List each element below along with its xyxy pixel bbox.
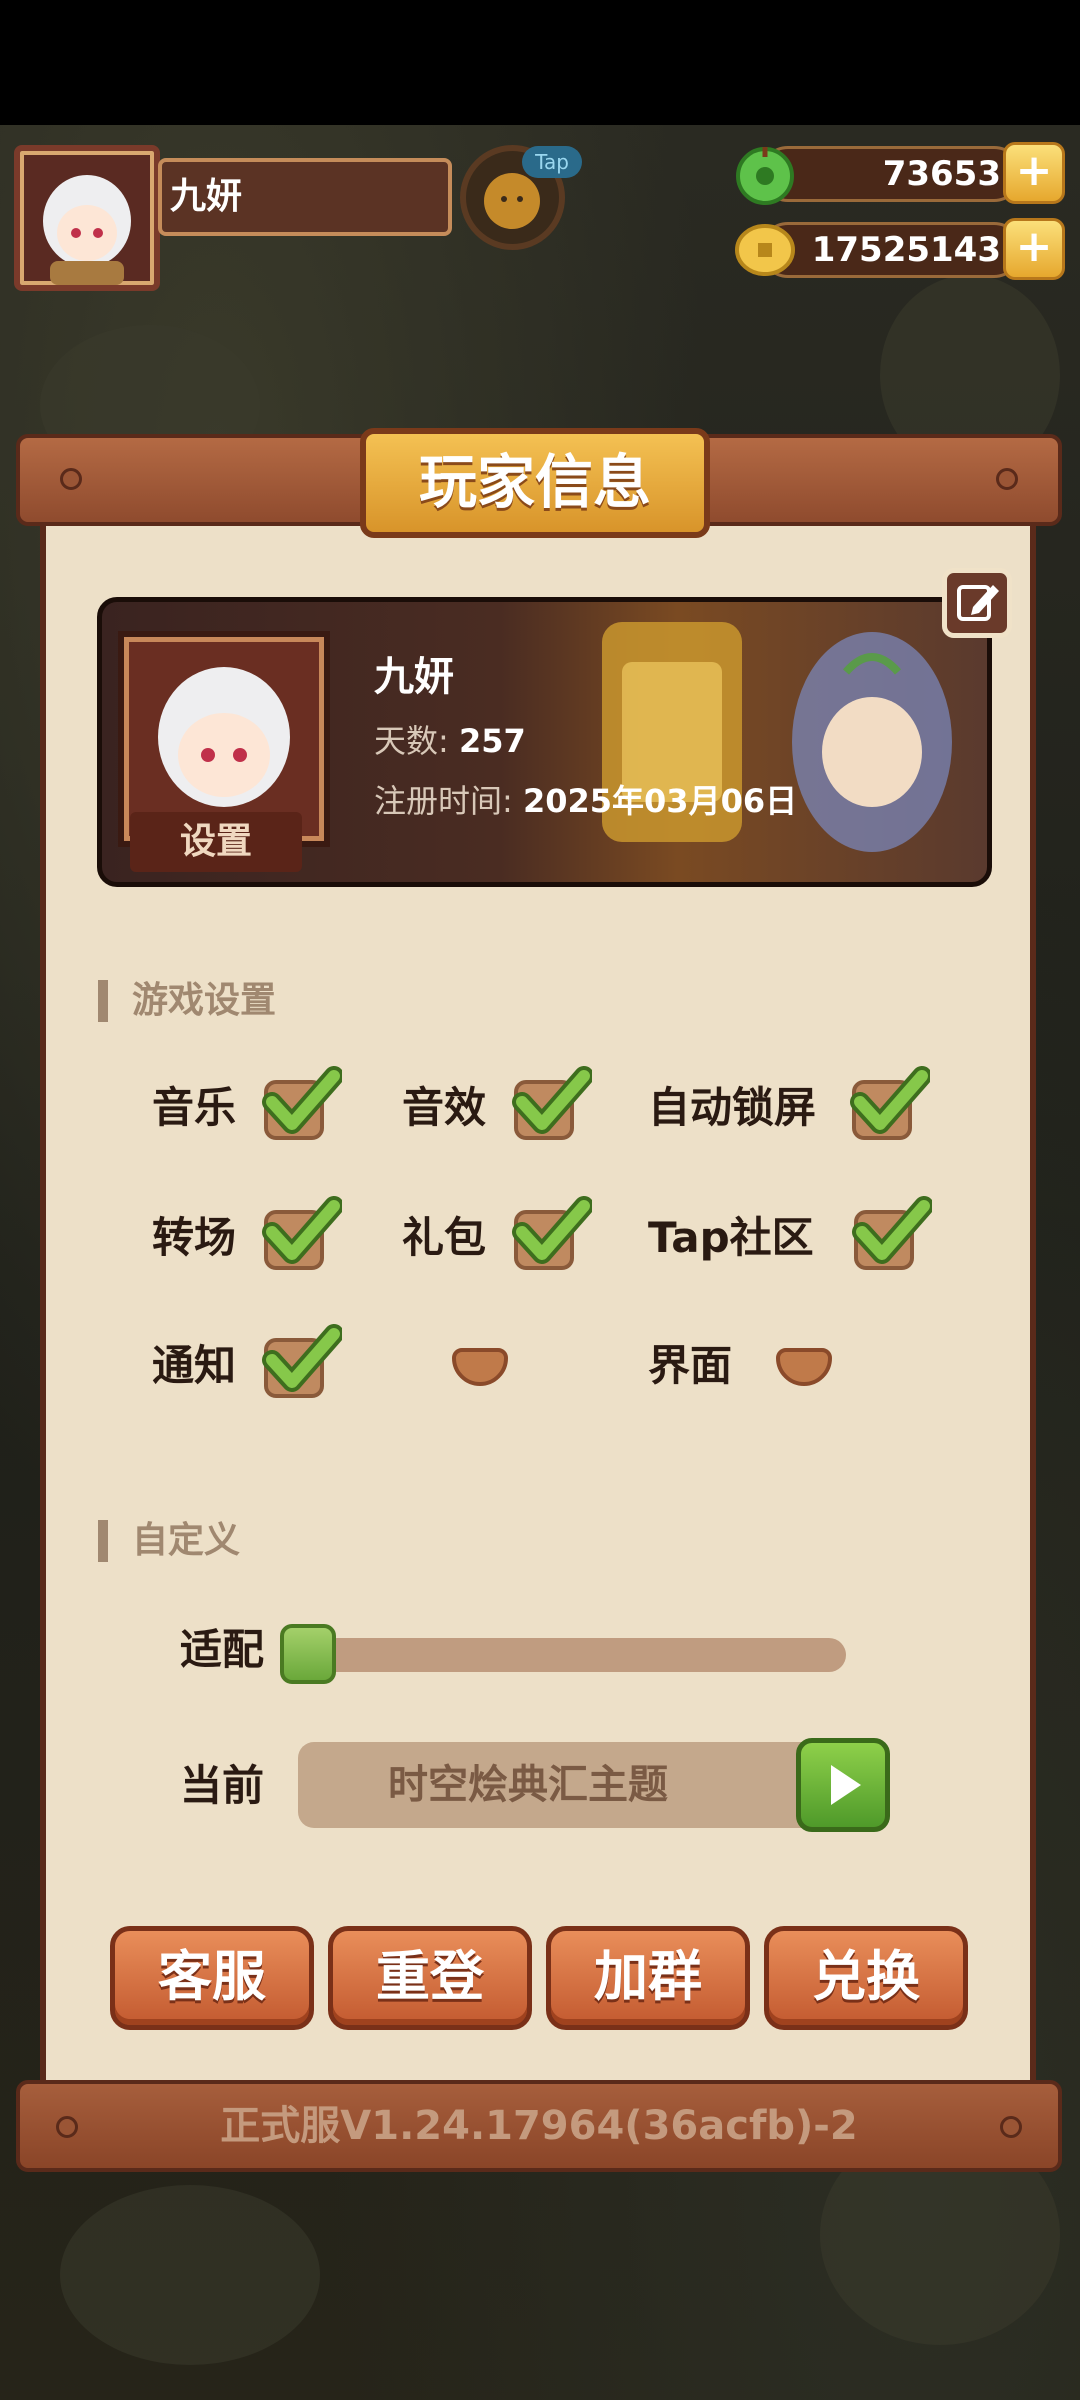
check-icon bbox=[262, 1324, 342, 1392]
days-value: 257 bbox=[458, 722, 526, 760]
game-settings-title: 游戏设置 bbox=[98, 980, 276, 1022]
tap-badge: Tap bbox=[522, 146, 582, 178]
plus-icon: + bbox=[1015, 145, 1053, 196]
plus-icon: + bbox=[1015, 221, 1053, 272]
days-label: 天数 bbox=[374, 722, 439, 760]
register-label: 注册时间 bbox=[374, 782, 503, 820]
setting-label: 礼包 bbox=[402, 1213, 487, 1262]
fit-slider-track[interactable] bbox=[320, 1638, 846, 1672]
check-icon bbox=[512, 1066, 592, 1134]
jade-amount: 73653 bbox=[882, 154, 1001, 194]
custom-section-title: 自定义 bbox=[98, 1520, 240, 1562]
check-icon bbox=[262, 1196, 342, 1264]
jade-plus-button[interactable]: + bbox=[1003, 142, 1065, 204]
profile-name: 九妍 bbox=[374, 654, 454, 700]
nail-decoration bbox=[1000, 2116, 1022, 2138]
coin-counter: 17525143 bbox=[760, 222, 1022, 278]
current-theme-label: 当前 bbox=[180, 1761, 265, 1810]
setting-checkbox[interactable] bbox=[512, 1066, 592, 1140]
relogin-button[interactable]: 重登 bbox=[328, 1926, 532, 2030]
check-icon bbox=[512, 1196, 592, 1264]
days-row: 天数: 257 bbox=[374, 722, 526, 760]
setting-checkbox[interactable] bbox=[512, 1196, 592, 1270]
player-name: 九妍 bbox=[170, 176, 243, 217]
panel-title: 玩家信息 bbox=[360, 428, 710, 538]
nail-decoration bbox=[996, 468, 1018, 490]
setting-checkbox[interactable] bbox=[262, 1324, 342, 1398]
setting-label: 音效 bbox=[402, 1083, 487, 1132]
check-icon bbox=[262, 1066, 342, 1134]
avatar-portrait bbox=[43, 175, 131, 285]
version-text: 正式服V1.24.17964(36acfb)-2 bbox=[220, 2103, 858, 2149]
setting-checkbox[interactable] bbox=[262, 1066, 342, 1140]
customer-service-button[interactable]: 客服 bbox=[110, 1926, 314, 2030]
avatar-portrait bbox=[158, 667, 290, 807]
jade-counter: 73653 bbox=[760, 146, 1022, 202]
check-icon bbox=[850, 1066, 930, 1134]
edit-icon bbox=[957, 585, 999, 621]
register-row: 注册时间: 2025年03月06日 bbox=[374, 782, 798, 820]
check-icon bbox=[852, 1196, 932, 1264]
register-value: 2025年03月06日 bbox=[522, 782, 798, 820]
version-bar: 正式服V1.24.17964(36acfb)-2 bbox=[16, 2080, 1062, 2172]
setting-label: 音乐 bbox=[152, 1083, 237, 1132]
player-name-plate[interactable]: 九妍 bbox=[158, 158, 452, 236]
current-theme-value: 时空烩典汇主题 bbox=[298, 1742, 838, 1828]
setting-label: 转场 bbox=[152, 1213, 237, 1262]
jade-icon bbox=[734, 143, 796, 205]
fit-label: 适配 bbox=[180, 1625, 265, 1674]
setting-label: Tap社区 bbox=[648, 1213, 814, 1262]
nail-decoration bbox=[60, 468, 82, 490]
player-avatar[interactable] bbox=[14, 145, 160, 291]
coin-icon bbox=[734, 219, 796, 281]
play-icon bbox=[831, 1765, 861, 1805]
edit-profile-button[interactable] bbox=[942, 568, 1012, 638]
avatar-settings-tag[interactable]: 设置 bbox=[130, 812, 302, 872]
bg-decoration bbox=[60, 2185, 320, 2365]
coin-amount: 17525143 bbox=[811, 230, 1001, 270]
fit-slider-knob[interactable] bbox=[280, 1624, 336, 1684]
setting-checkbox[interactable] bbox=[850, 1066, 930, 1140]
setting-label: 自动锁屏 bbox=[648, 1083, 817, 1132]
theme-play-button[interactable] bbox=[796, 1738, 890, 1832]
join-group-button[interactable]: 加群 bbox=[546, 1926, 750, 2030]
setting-checkbox[interactable] bbox=[262, 1196, 342, 1270]
setting-label: 界面 bbox=[648, 1341, 733, 1390]
setting-label: 通知 bbox=[152, 1341, 237, 1390]
redeem-button[interactable]: 兑换 bbox=[764, 1926, 968, 2030]
coin-plus-button[interactable]: + bbox=[1003, 218, 1065, 280]
setting-checkbox[interactable] bbox=[852, 1196, 932, 1270]
nail-decoration bbox=[56, 2116, 78, 2138]
